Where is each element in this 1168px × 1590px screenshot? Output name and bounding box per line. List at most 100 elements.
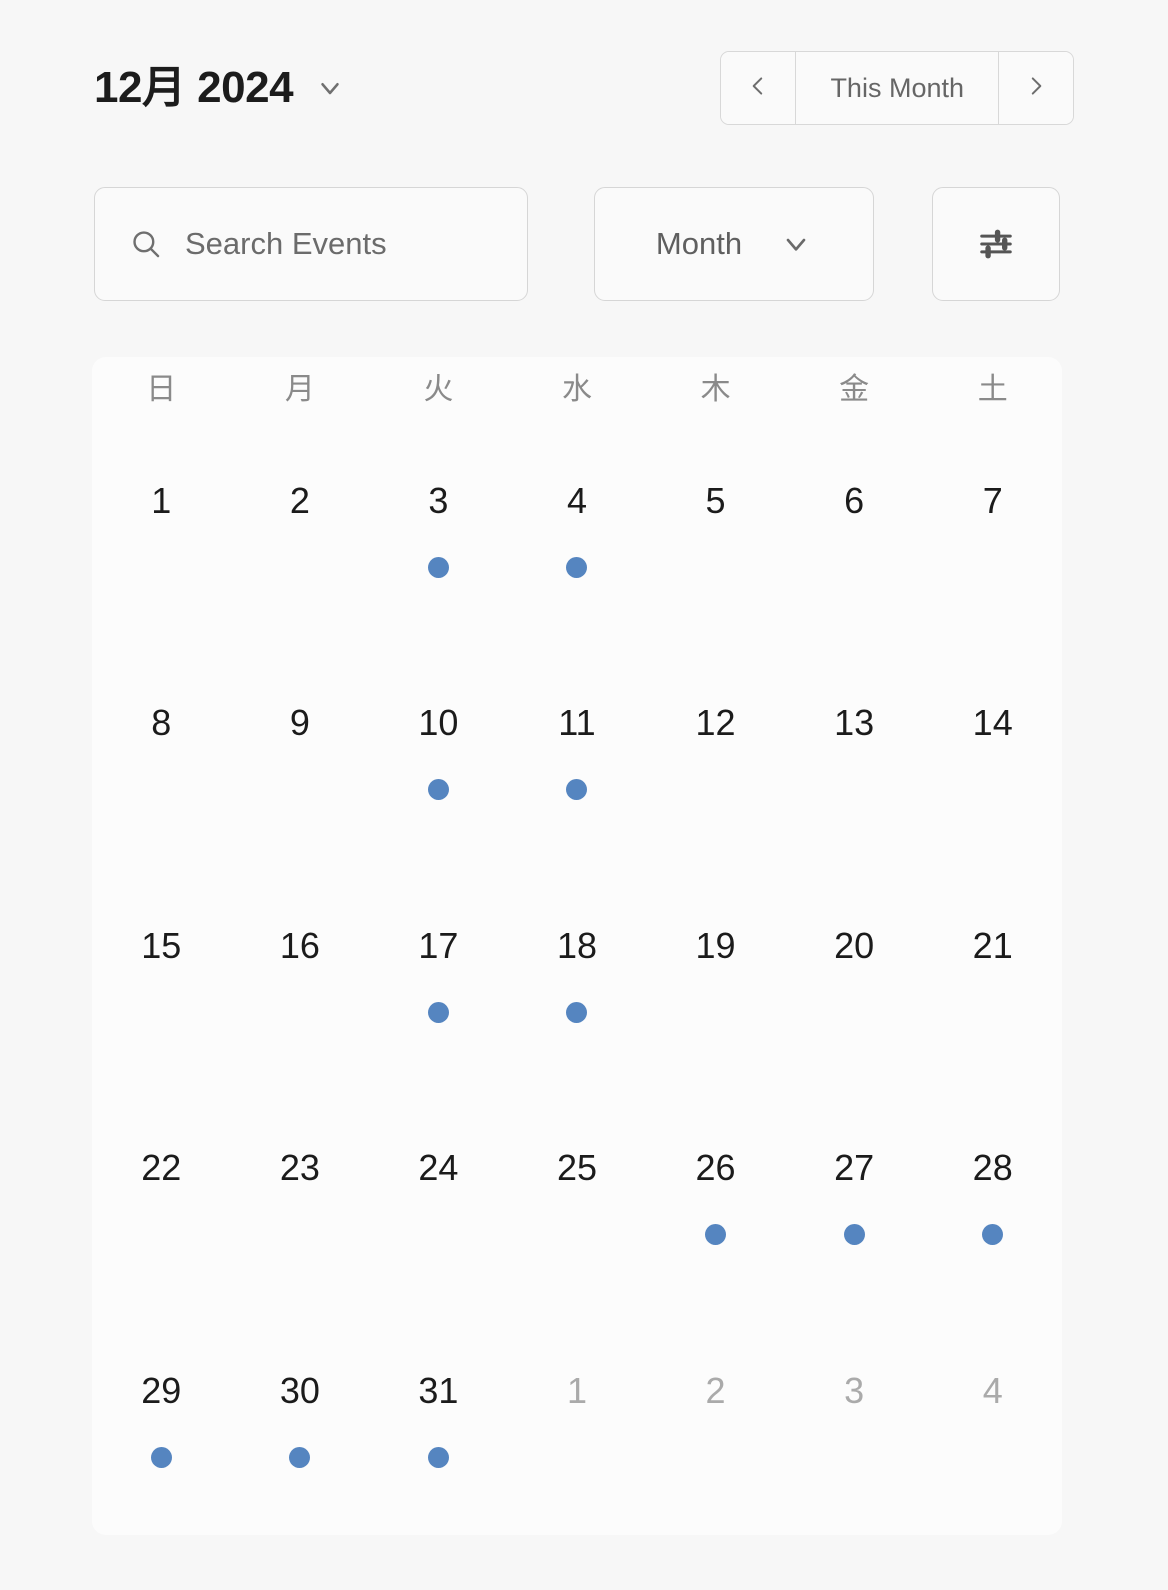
day-number: 21 xyxy=(972,924,1013,966)
day-number: 5 xyxy=(705,480,726,521)
day-number: 10 xyxy=(418,702,459,744)
day-number: 16 xyxy=(279,924,320,966)
toolbar: Search Events Month xyxy=(94,186,1060,302)
calendar-day-cell[interactable]: 5 xyxy=(646,423,785,645)
calendar-day-cell[interactable]: 17 xyxy=(369,868,508,1090)
calendar-day-cell[interactable]: 27 xyxy=(785,1090,924,1312)
event-dot xyxy=(427,1001,449,1023)
event-dot xyxy=(705,1224,727,1246)
calendar-day-cell[interactable]: 9 xyxy=(231,645,370,867)
calendar-day-cell[interactable]: 28 xyxy=(923,1090,1062,1312)
calendar-week-row: 22 23 24 25 26 27 28 xyxy=(92,1090,1062,1312)
day-number: 4 xyxy=(982,1369,1003,1411)
calendar-day-cell[interactable]: 8 xyxy=(92,645,231,867)
day-number: 11 xyxy=(558,702,596,744)
calendar-day-cell[interactable]: 13 xyxy=(785,645,924,867)
day-number: 15 xyxy=(141,924,182,966)
day-number: 13 xyxy=(834,702,875,744)
weekday-monday: 月 xyxy=(284,373,315,406)
calendar-card: 日 月 火 水 木 金 土 1 2 3 4 5 6 7 8 9 10 11 12 13 14 15 16 17 1… xyxy=(92,357,1062,1535)
day-number: 25 xyxy=(556,1147,598,1189)
event-dot xyxy=(427,557,449,578)
event-dot xyxy=(566,779,588,801)
calendar-day-cell[interactable]: 31 xyxy=(369,1313,508,1535)
month-title-group[interactable]: 12月 2024 xyxy=(94,66,345,110)
weekday-sunday: 日 xyxy=(146,373,177,406)
calendar-page: 12月 2024 This Month Search Events Month … xyxy=(0,0,1168,1590)
calendar-day-cell[interactable]: 11 xyxy=(508,645,647,867)
weekday-friday: 金 xyxy=(839,373,870,406)
filter-button[interactable] xyxy=(932,187,1060,301)
calendar-day-cell[interactable]: 7 xyxy=(923,423,1062,645)
calendar-day-cell[interactable]: 14 xyxy=(923,645,1062,867)
calendar-day-cell[interactable]: 26 xyxy=(646,1090,785,1312)
calendar-day-cell[interactable]: 3 xyxy=(785,1313,924,1535)
day-number: 3 xyxy=(428,480,449,521)
day-number: 1 xyxy=(151,480,172,521)
calendar-weeks: 1 2 3 4 5 6 7 8 9 10 11 12 13 14 15 16 17 18 19 20 21 22 23 24 2… xyxy=(92,423,1062,1535)
day-number: 12 xyxy=(695,702,736,744)
calendar-day-cell[interactable]: 20 xyxy=(785,868,924,1090)
calendar-day-cell[interactable]: 18 xyxy=(508,868,647,1090)
weekday-tuesday: 火 xyxy=(423,373,454,406)
calendar-week-row: 15 16 17 18 19 20 21 xyxy=(92,868,1062,1090)
day-number: 31 xyxy=(418,1369,459,1411)
calendar-week-row: 8 9 10 11 12 13 14 xyxy=(92,645,1062,867)
event-dot xyxy=(427,1446,449,1468)
day-number: 7 xyxy=(982,480,1003,521)
calendar-day-cell[interactable]: 25 xyxy=(508,1090,647,1312)
calendar-day-cell[interactable]: 1 xyxy=(92,423,231,645)
day-number: 26 xyxy=(695,1147,736,1189)
calendar-day-cell[interactable]: 30 xyxy=(231,1313,370,1535)
day-number: 27 xyxy=(834,1147,875,1189)
weekday-saturday: 土 xyxy=(977,373,1008,406)
search-input[interactable]: Search Events xyxy=(94,187,528,301)
calendar-day-cell[interactable]: 2 xyxy=(646,1313,785,1535)
calendar-day-cell[interactable]: 29 xyxy=(92,1313,231,1535)
prev-month-button[interactable] xyxy=(721,52,796,124)
view-select[interactable]: Month xyxy=(594,187,874,301)
next-month-button[interactable] xyxy=(999,52,1073,124)
day-number: 23 xyxy=(279,1147,320,1189)
month-navigation: This Month xyxy=(720,51,1074,125)
view-select-label: Month xyxy=(655,226,743,261)
calendar-day-cell[interactable]: 12 xyxy=(646,645,785,867)
day-number: 19 xyxy=(695,924,736,966)
chevron-down-icon[interactable] xyxy=(315,73,345,103)
event-dot xyxy=(289,1446,311,1468)
calendar-week-row: 1 2 3 4 5 6 7 xyxy=(92,423,1062,645)
day-number: 14 xyxy=(972,702,1013,744)
calendar-day-cell[interactable]: 15 xyxy=(92,868,231,1090)
chevron-right-icon xyxy=(1023,73,1049,104)
this-month-button[interactable]: This Month xyxy=(795,52,999,124)
day-number: 6 xyxy=(844,480,865,521)
day-number: 1 xyxy=(566,1369,587,1411)
calendar-day-cell[interactable]: 22 xyxy=(92,1090,231,1312)
calendar-day-cell[interactable]: 6 xyxy=(785,423,924,645)
calendar-day-cell[interactable]: 10 xyxy=(369,645,508,867)
calendar-day-cell[interactable]: 4 xyxy=(923,1313,1062,1535)
event-dot xyxy=(566,1001,588,1023)
day-number: 22 xyxy=(141,1147,182,1189)
calendar-week-row: 29 30 31 1 2 3 4 xyxy=(92,1313,1062,1535)
day-number: 24 xyxy=(418,1147,459,1189)
weekday-thursday: 木 xyxy=(700,373,731,406)
day-number: 28 xyxy=(972,1147,1013,1189)
calendar-day-cell[interactable]: 1 xyxy=(508,1313,647,1535)
calendar-day-cell[interactable]: 2 xyxy=(231,423,370,645)
day-number: 3 xyxy=(844,1369,865,1411)
day-number: 18 xyxy=(556,924,598,966)
chevron-down-icon xyxy=(780,228,812,260)
day-number: 2 xyxy=(289,480,310,521)
calendar-day-cell[interactable]: 23 xyxy=(231,1090,370,1312)
calendar-day-cell[interactable]: 19 xyxy=(646,868,785,1090)
calendar-day-cell[interactable]: 4 xyxy=(508,423,647,645)
search-icon xyxy=(129,227,163,261)
day-number: 17 xyxy=(418,924,459,966)
calendar-day-cell[interactable]: 16 xyxy=(231,868,370,1090)
sliders-icon xyxy=(977,225,1015,263)
calendar-day-cell[interactable]: 21 xyxy=(923,868,1062,1090)
day-number: 8 xyxy=(151,702,172,744)
calendar-day-cell[interactable]: 3 xyxy=(369,423,508,645)
calendar-day-cell[interactable]: 24 xyxy=(369,1090,508,1312)
